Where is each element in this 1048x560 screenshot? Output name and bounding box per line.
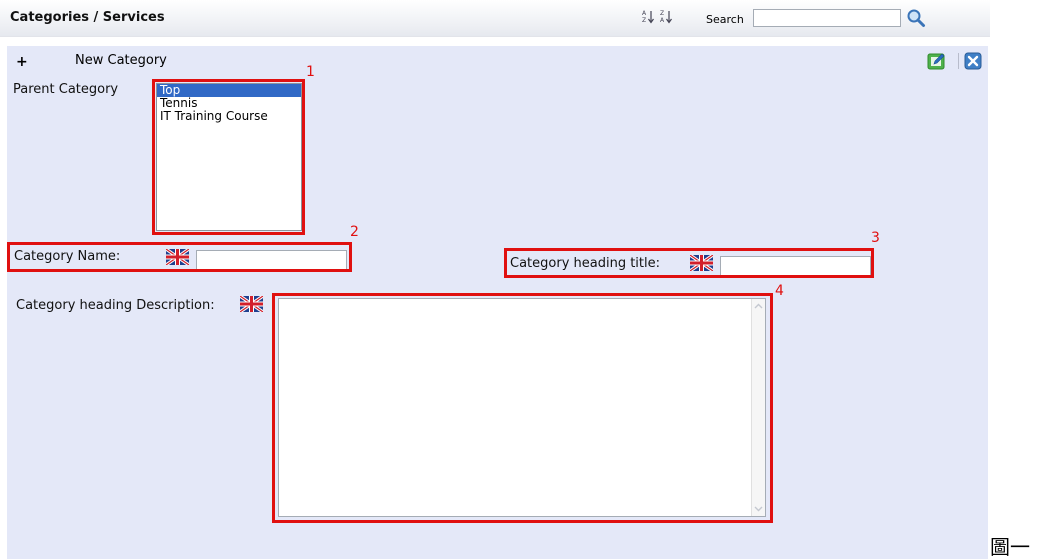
svg-text:Z: Z bbox=[660, 10, 664, 17]
edit-icon[interactable] bbox=[927, 52, 947, 70]
highlight-box-2 bbox=[7, 242, 352, 272]
highlight-box-1 bbox=[152, 79, 305, 235]
search-input[interactable] bbox=[753, 9, 901, 27]
magnifier-icon[interactable] bbox=[906, 8, 926, 28]
marker-3: 3 bbox=[871, 230, 880, 246]
parent-category-label: Parent Category bbox=[13, 82, 119, 97]
figure-caption: 圖一 bbox=[990, 535, 1030, 559]
marker-4: 4 bbox=[775, 283, 784, 299]
panel-title: New Category bbox=[75, 53, 167, 68]
svg-text:A: A bbox=[660, 17, 665, 24]
marker-1: 1 bbox=[306, 64, 315, 80]
svg-text:Z: Z bbox=[642, 17, 646, 24]
marker-2: 2 bbox=[350, 224, 359, 240]
heading-description-label: Category heading Description: bbox=[16, 298, 215, 313]
search-label: Search bbox=[706, 13, 744, 26]
sort-ascending-icon[interactable]: A Z bbox=[642, 9, 656, 27]
page-title: Categories / Services bbox=[10, 10, 165, 25]
expand-plus-icon[interactable]: + bbox=[16, 54, 28, 70]
sort-descending-icon[interactable]: Z A bbox=[660, 9, 674, 27]
uk-flag-icon bbox=[239, 294, 264, 314]
highlight-box-3 bbox=[504, 248, 874, 278]
highlight-box-4 bbox=[272, 293, 773, 523]
toolbar-divider bbox=[958, 53, 959, 69]
close-icon[interactable] bbox=[964, 52, 982, 70]
svg-text:A: A bbox=[642, 10, 647, 17]
